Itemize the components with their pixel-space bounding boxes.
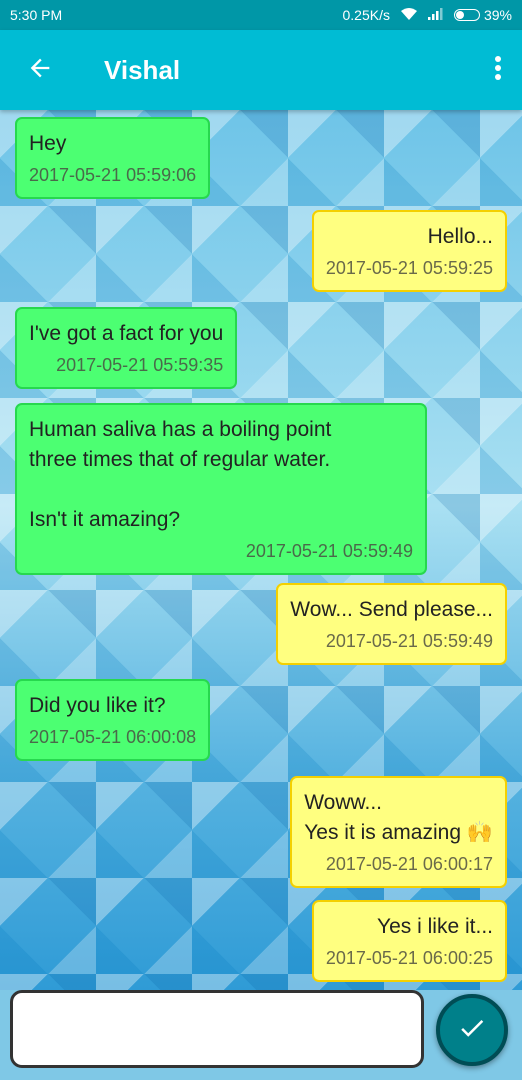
message-list[interactable]: Hey 2017-05-21 05:59:06 Hello... 2017-05… [0, 110, 522, 990]
message-text: Yes i like it... [377, 915, 493, 938]
status-time: 5:30 PM [10, 7, 63, 23]
chat-title: Vishal [104, 54, 181, 85]
wifi-icon [400, 7, 418, 24]
message-text: Woww... Yes it is amazing 🙌 [304, 791, 493, 844]
arrow-left-icon [26, 54, 54, 87]
message-bubble-incoming: Hey 2017-05-21 05:59:06 [15, 117, 211, 199]
message-bubble-outgoing: Yes i like it... 2017-05-21 06:00:25 [311, 900, 507, 982]
message-timestamp: 2017-05-21 06:00:25 [325, 948, 493, 968]
signal-icon [427, 7, 444, 23]
message-timestamp: 2017-05-21 05:59:49 [245, 541, 413, 561]
back-button[interactable] [0, 30, 80, 110]
message-text: Did you like it? [29, 694, 166, 717]
battery-indicator: 39% [453, 7, 512, 23]
app-bar: Vishal [0, 30, 522, 110]
message-bubble-incoming: I've got a fact for you 2017-05-21 05:59… [15, 307, 238, 389]
message-text: Human saliva has a boiling point three t… [29, 418, 332, 531]
message-timestamp: 2017-05-21 05:59:49 [325, 631, 493, 651]
overflow-menu-button[interactable] [474, 30, 522, 110]
message-input[interactable] [10, 990, 424, 1068]
status-bar: 5:30 PM 0.25K/s 39% [0, 0, 522, 30]
composer-bar [0, 990, 522, 1080]
message-bubble-outgoing: Hello... 2017-05-21 05:59:25 [311, 210, 507, 292]
message-text: Hey [29, 132, 67, 155]
message-text: Hello... [427, 225, 493, 248]
message-text: I've got a fact for you [29, 322, 224, 345]
network-speed: 0.25K/s [342, 7, 390, 23]
status-indicators: 0.25K/s 39% [342, 7, 512, 24]
more-vert-icon [494, 55, 502, 86]
message-timestamp: 2017-05-21 05:59:06 [29, 165, 197, 185]
battery-icon [453, 9, 480, 21]
message-timestamp: 2017-05-21 05:59:25 [325, 258, 493, 278]
check-icon [457, 1013, 487, 1048]
message-bubble-incoming: Did you like it? 2017-05-21 06:00:08 [15, 679, 211, 761]
battery-percent: 39% [483, 7, 512, 23]
message-bubble-incoming: Human saliva has a boiling point three t… [15, 403, 427, 575]
message-timestamp: 2017-05-21 06:00:17 [325, 854, 493, 874]
send-button[interactable] [436, 994, 508, 1066]
message-bubble-outgoing: Wow... Send please... 2017-05-21 05:59:4… [276, 583, 507, 665]
message-text: Wow... Send please... [290, 598, 493, 621]
message-timestamp: 2017-05-21 06:00:08 [29, 727, 197, 747]
message-bubble-outgoing: Woww... Yes it is amazing 🙌 2017-05-21 0… [290, 776, 507, 888]
message-timestamp: 2017-05-21 05:59:35 [56, 355, 224, 375]
